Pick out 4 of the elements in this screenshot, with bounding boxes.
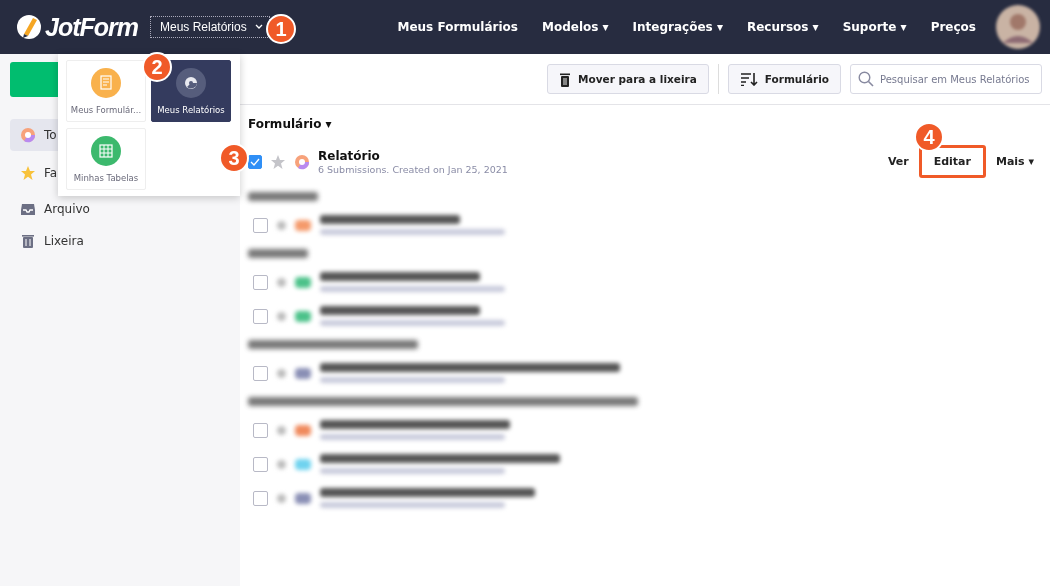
report-meta: 6 Submissions. Created on Jan 25, 2021 xyxy=(318,163,508,175)
step-number: 4 xyxy=(914,122,944,152)
step-number: 3 xyxy=(219,143,249,173)
logo-text: JotForm xyxy=(45,12,138,42)
